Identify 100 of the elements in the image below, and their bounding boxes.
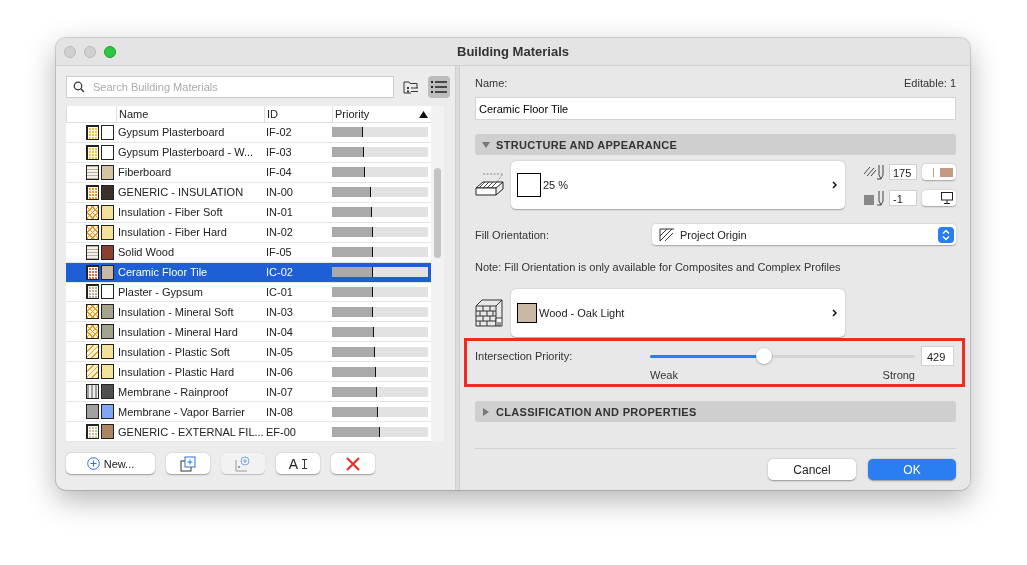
table-cell-text: Plaster - Gypsum — [117, 285, 204, 298]
new-button[interactable]: New... — [66, 453, 155, 474]
name-label: Name: — [475, 77, 508, 91]
table-cell-text: IN-08 — [265, 405, 294, 418]
background-pen-icon — [863, 190, 887, 206]
section-header[interactable]: CLASSIFICATION AND PROPERTIES — [475, 401, 956, 422]
table-cell-text: IF-05 — [265, 246, 293, 259]
column-header[interactable]: ID — [264, 106, 332, 122]
delete-icon — [346, 456, 360, 471]
material-row[interactable]: Insulation - Fiber Hard IN-02 — [66, 222, 431, 243]
priority-label: Intersection Priority: — [475, 350, 574, 362]
chevron-right-icon — [832, 309, 837, 317]
window-title: Building Materials — [457, 44, 569, 59]
fill-pen-icon — [863, 164, 887, 180]
material-row[interactable]: GENERIC - INSULATION IN-00 — [66, 182, 431, 203]
table-cell-text: Membrane - Rainproof — [117, 385, 230, 398]
table-cell-text: Ceramic Floor Tile — [117, 266, 209, 279]
section-header[interactable]: STRUCTURE AND APPEARANCE — [475, 134, 956, 155]
material-row[interactable]: Membrane - Vapor Barrier IN-08 — [66, 402, 431, 423]
material-row[interactable]: GENERIC - EXTERNAL FIL... EF-00 — [66, 422, 431, 442]
zoom-button[interactable] — [104, 45, 116, 58]
table-cell-text: Insulation - Fiber Soft — [117, 206, 224, 219]
delete-button[interactable] — [331, 453, 375, 474]
chevron-right-icon — [832, 181, 837, 189]
scrollbar[interactable] — [431, 106, 444, 442]
duplicate-icon — [180, 455, 196, 472]
table-cell-text: IN-02 — [265, 226, 294, 239]
cut-fill-icon — [475, 171, 505, 199]
material-row[interactable]: Insulation - Mineral Hard IN-04 — [66, 322, 431, 343]
table-cell-text: IN-04 — [265, 325, 294, 338]
table-cell-text: Gypsum Plasterboard - W... — [117, 146, 255, 159]
material-row[interactable]: Insulation - Plastic Soft IN-05 — [66, 342, 431, 363]
table-cell-text: Fiberboard — [117, 166, 173, 179]
brick-wall-icon — [475, 298, 505, 328]
minimize-button[interactable] — [84, 45, 96, 58]
material-row[interactable]: Gypsum Plasterboard - W... IF-03 — [66, 142, 431, 163]
table-cell-text: IF-03 — [265, 146, 293, 159]
material-row[interactable]: Insulation - Fiber Soft IN-01 — [66, 202, 431, 223]
table-cell-text: Gypsum Plasterboard — [117, 126, 226, 139]
table-cell-text: Solid Wood — [117, 246, 176, 259]
surface-picker[interactable]: Wood - Oak Light — [511, 289, 845, 337]
pen-color-button[interactable] — [922, 164, 956, 180]
editable-count: Editable: 1 — [904, 77, 956, 91]
table-cell-text: IN-00 — [265, 186, 294, 199]
column-header[interactable]: Name — [116, 106, 264, 122]
table-cell-text: Insulation - Mineral Hard — [117, 325, 239, 338]
table-cell-text: IF-04 — [265, 166, 293, 179]
plus-circle-icon — [86, 457, 100, 470]
monitor-button[interactable] — [922, 190, 956, 206]
material-row[interactable]: Solid Wood IF-05 — [66, 242, 431, 263]
table-cell-text: Insulation - Plastic Hard — [117, 365, 236, 378]
list-icon — [431, 81, 447, 93]
material-row[interactable]: Gypsum Plasterboard IF-02 — [66, 123, 431, 143]
table-cell-text: Insulation - Mineral Soft — [117, 305, 235, 318]
material-row[interactable]: Plaster - Gypsum IC-01 — [66, 282, 431, 303]
table-cell-text: GENERIC - INSULATION — [117, 186, 245, 199]
rename-button[interactable]: A — [276, 453, 320, 474]
fill-orientation-dropdown[interactable]: Project Origin — [652, 224, 956, 245]
material-row[interactable]: Insulation - Mineral Soft IN-03 — [66, 302, 431, 323]
text-cursor-icon — [302, 458, 308, 469]
table-cell-text: Membrane - Vapor Barrier — [117, 405, 246, 418]
weak-label: Weak — [650, 369, 678, 381]
table-cell-text: Insulation - Fiber Hard — [117, 226, 228, 239]
table-cell-text: IC-02 — [265, 266, 294, 279]
list-view-button[interactable] — [428, 76, 450, 98]
material-row[interactable]: Insulation - Plastic Hard IN-06 — [66, 362, 431, 383]
cut-fill-picker[interactable]: 25 % — [511, 161, 845, 209]
note-text: Note: Fill Orientation is only available for Composites and Complex Profiles — [475, 261, 842, 273]
fill-orientation-label: Fill Orientation: — [475, 228, 549, 241]
table-cell-text: IN-01 — [265, 206, 294, 219]
table-cell-text: IF-02 — [265, 126, 293, 139]
table-cell-text: IC-01 — [265, 285, 294, 298]
pen-number-field[interactable]: 175 — [889, 164, 917, 180]
priority-value-field[interactable]: 429 — [921, 346, 954, 366]
table-cell-text: IN-05 — [265, 345, 294, 358]
close-button[interactable] — [64, 45, 76, 58]
table-cell-text: GENERIC - EXTERNAL FIL... — [117, 425, 264, 438]
hatch-icon — [659, 227, 675, 242]
stepper-icon — [938, 226, 954, 243]
material-row[interactable]: Membrane - Rainproof IN-07 — [66, 382, 431, 403]
material-row[interactable]: Fiberboard IF-04 — [66, 162, 431, 183]
name-field[interactable]: Ceramic Floor Tile — [475, 97, 956, 120]
cancel-button[interactable]: Cancel — [768, 459, 856, 480]
strong-label: Strong — [882, 369, 915, 381]
add-folder-icon — [235, 455, 251, 472]
table-cell-text: Insulation - Plastic Soft — [117, 345, 231, 358]
table-cell-text: EF-00 — [265, 425, 297, 438]
sort-icon[interactable] — [419, 110, 428, 118]
table-cell-text: IN-06 — [265, 365, 294, 378]
duplicate-button[interactable] — [166, 453, 210, 474]
search-field[interactable]: Search Building Materials — [66, 76, 394, 98]
table-cell-text: IN-03 — [265, 305, 294, 318]
pen-number-field[interactable]: -1 — [889, 190, 917, 206]
table-cell-text: IN-07 — [265, 385, 294, 398]
monitor-icon — [941, 192, 953, 204]
material-row[interactable]: Ceramic Floor Tile IC-02 — [66, 262, 431, 283]
column-header[interactable]: Priority — [335, 106, 370, 122]
folder-tree-icon — [403, 80, 419, 94]
priority-slider[interactable] — [650, 348, 915, 364]
ok-button[interactable]: OK — [868, 459, 956, 480]
